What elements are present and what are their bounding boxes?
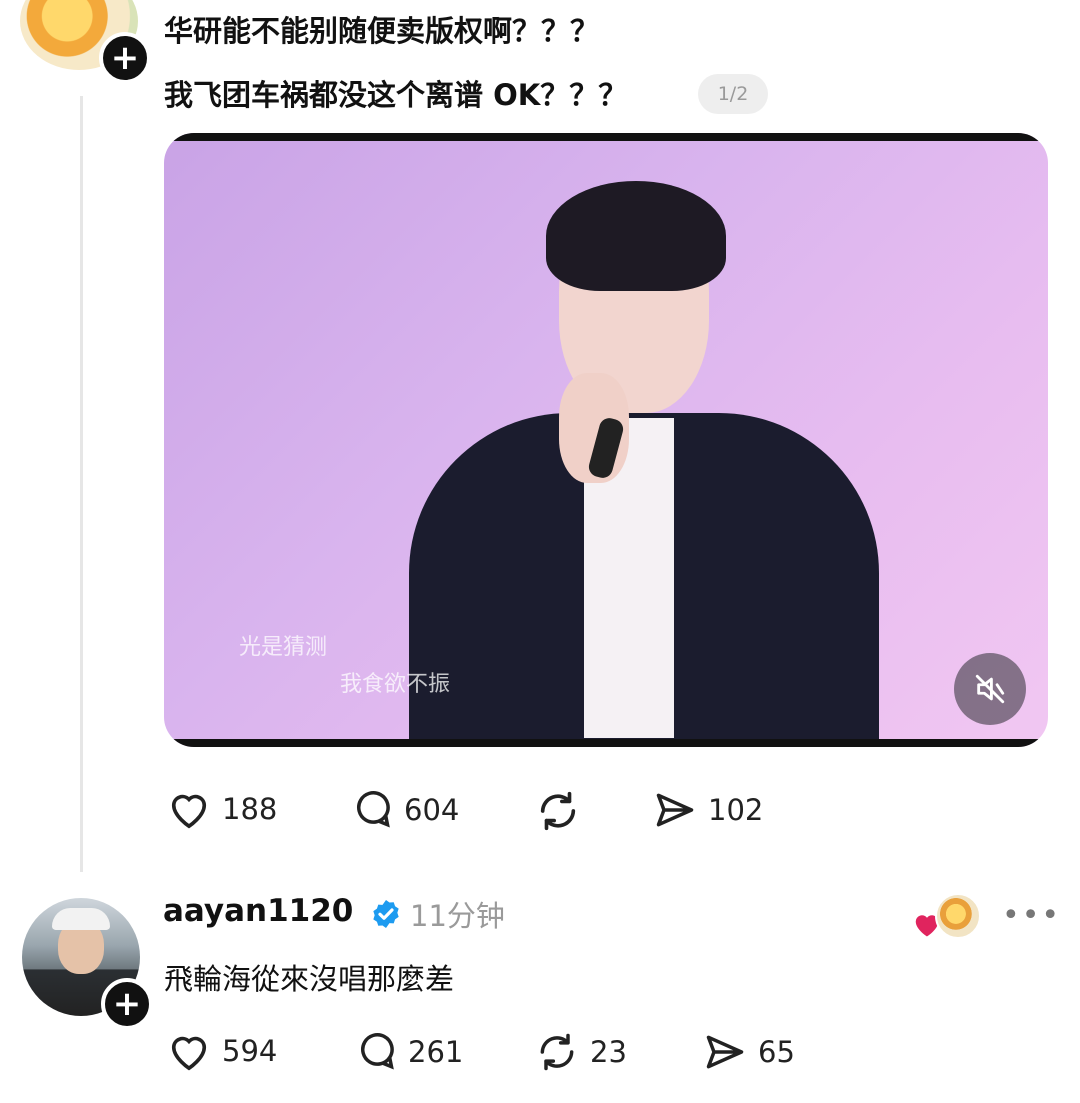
media-counter-badge: 1/2 [698,74,768,114]
avatar-cap [52,908,110,930]
heart-outline-icon [171,1036,207,1071]
follow-plus-icon-reply[interactable]: + [101,978,153,1030]
reply-share-count: 65 [758,1035,795,1069]
more-options-icon[interactable]: ••• [1002,898,1061,933]
reply-timestamp: 11分钟 [410,899,505,933]
verified-badge-icon [373,900,399,928]
comment-count: 604 [404,793,460,827]
post-like-action[interactable]: 188 [166,788,277,830]
reply-like-action[interactable]: 594 [166,1030,277,1072]
video-letterbox-bottom [164,739,1048,747]
reply-share-action[interactable]: 65 [702,1030,795,1074]
comment-bubble-icon [361,1033,394,1070]
like-count: 188 [222,792,278,826]
video-letterbox-top [164,133,1048,141]
reply-comment-action[interactable]: 261 [352,1030,463,1074]
reply-repost-count: 23 [590,1035,627,1069]
repost-icon [540,791,576,831]
reply-repost-action[interactable]: 23 [534,1030,627,1074]
thread-line [80,96,83,872]
video-subtitle-1: 光是猜测 [239,635,328,660]
mute-button[interactable] [954,653,1026,725]
post-comment-action[interactable]: 604 [348,788,459,832]
reply-username[interactable]: aayan1120 [163,893,353,929]
repost-icon [540,1033,574,1071]
liker-avatar [935,893,981,939]
post-text-line-2: 我飞团车祸都没这个离谱 OK？？？ [164,78,628,112]
reply-like-count: 594 [222,1034,278,1068]
send-share-icon [706,1035,744,1069]
speaker-muted-icon [975,674,1005,704]
share-count: 102 [708,793,764,827]
heart-outline-icon [171,794,207,829]
video-subtitle-2: 我食欲不振 [340,672,451,697]
reply-comment-count: 261 [408,1035,464,1069]
post-video[interactable]: 光是猜测 我食欲不振 [164,133,1048,747]
singer-hair [546,181,726,291]
post-text-line-1: 华研能不能别随便卖版权啊？？？ [164,14,600,48]
follow-plus-icon[interactable]: + [99,32,151,84]
post-repost-action[interactable] [534,788,592,834]
post-share-action[interactable]: 102 [652,788,763,832]
reply-text: 飛輪海從來沒唱那麼差 [164,962,455,996]
send-share-icon [656,793,694,827]
comment-bubble-icon [357,791,390,828]
